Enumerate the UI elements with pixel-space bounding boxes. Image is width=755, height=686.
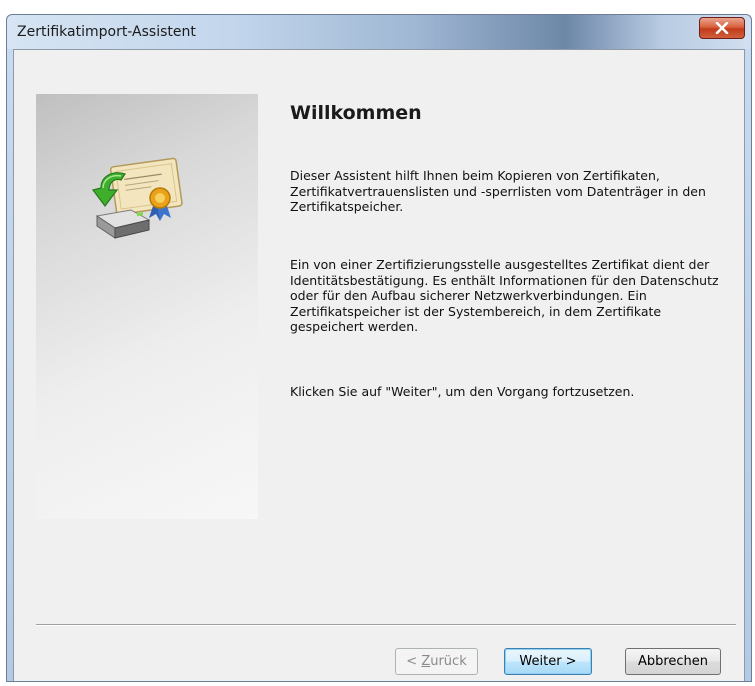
back-button[interactable]: < Zurück: [395, 648, 478, 675]
wizard-side-panel: [36, 94, 258, 519]
wizard-client-area: Willkommen Dieser Assistent hilft Ihnen …: [13, 49, 745, 681]
button-separator: [36, 624, 736, 626]
info-paragraph: Ein von einer Zertifizierungsstelle ausg…: [290, 257, 719, 334]
wizard-window: Zertifikatimport-Assistent Willkommen Di…: [6, 14, 752, 682]
next-button[interactable]: Weiter >: [504, 648, 592, 675]
cancel-button[interactable]: Abbrechen: [625, 648, 721, 675]
back-button-prefix: <: [406, 654, 422, 669]
title-bar[interactable]: Zertifikatimport-Assistent: [7, 15, 751, 49]
intro-paragraph: Dieser Assistent hilft Ihnen beim Kopier…: [290, 168, 706, 214]
wizard-content: Willkommen Dieser Assistent hilft Ihnen …: [36, 72, 748, 654]
close-button[interactable]: [699, 17, 745, 39]
page-title: Willkommen: [290, 102, 422, 124]
close-icon: [715, 22, 729, 34]
certificate-import-icon: [91, 157, 183, 239]
instruction-paragraph: Klicken Sie auf "Weiter", um den Vorgang…: [290, 384, 635, 399]
window-title: Zertifikatimport-Assistent: [17, 24, 196, 40]
back-button-hotkey: Z: [421, 654, 431, 669]
back-button-label: urück: [430, 654, 467, 669]
